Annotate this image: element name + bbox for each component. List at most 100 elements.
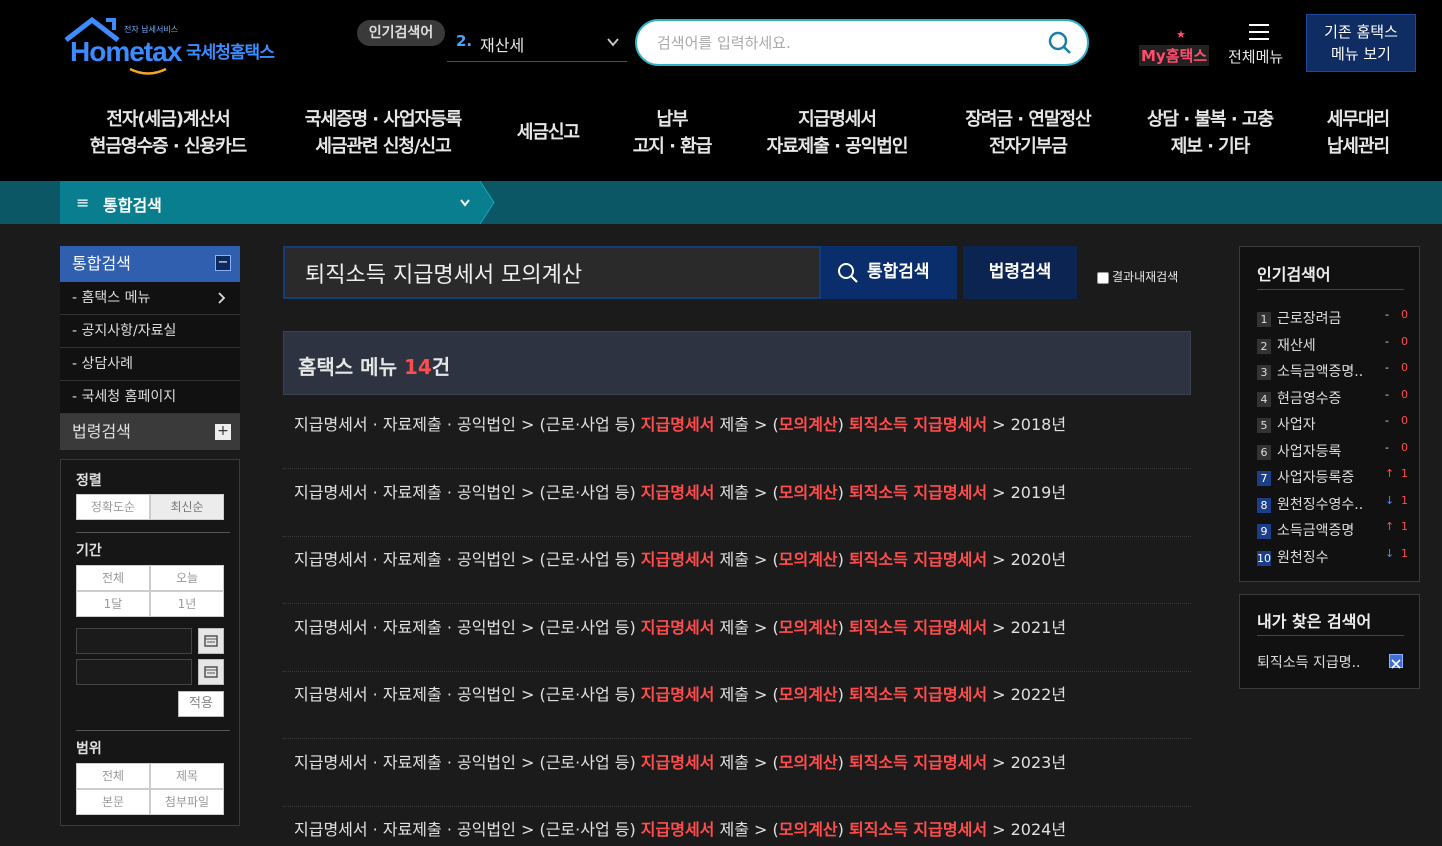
rank-number: 10 xyxy=(1257,550,1271,566)
result-text: 지급명세서 · 자료제출 · 공익법인 > (근로·사업 등) xyxy=(294,617,641,637)
my-hometax-link[interactable]: ★ My홈택스 xyxy=(1138,26,1212,68)
apply-button[interactable]: 적용 xyxy=(178,691,224,717)
date-end-input[interactable] xyxy=(76,659,192,685)
scope-title-button[interactable]: 제목 xyxy=(150,763,224,789)
rank-number: 5 xyxy=(1257,418,1271,433)
gnb-item-tax-agent[interactable]: 세무대리 납세관리 xyxy=(1316,106,1400,160)
sort-accuracy-button[interactable]: 정확도순 xyxy=(76,494,150,520)
sidebar-section-total-search[interactable]: 통합검색 − xyxy=(60,246,240,282)
gnb-item-certificate[interactable]: 국세증명 · 사업자등록 세금관련 신청/신고 xyxy=(294,106,472,160)
result-row[interactable]: 지급명세서 · 자료제출 · 공익법인 > (근로·사업 등) 지급명세서 제출… xyxy=(283,672,1191,739)
result-text: 제출 > ( xyxy=(714,685,779,704)
sidebar-item-label: - 국세청 홈페이지 xyxy=(72,389,177,405)
sidebar-item-hometax-menu[interactable]: - 홈택스 메뉴 xyxy=(60,282,240,315)
sidebar-section-law-search[interactable]: 법령검색 + xyxy=(60,414,240,450)
result-row[interactable]: 지급명세서 · 자료제출 · 공익법인 > (근로·사업 등) 지급명세서 제출… xyxy=(283,402,1191,469)
period-year-button[interactable]: 1년 xyxy=(150,591,224,617)
sidebar-item-consult-cases[interactable]: - 상담사례 xyxy=(60,348,240,381)
result-text: ) xyxy=(837,685,849,704)
popular-keyword-item[interactable]: 6 사업자등록 -0 xyxy=(1257,441,1408,461)
result-text: 지급명세서 · 자료제출 · 공익법인 > (근로·사업 등) xyxy=(294,415,641,434)
rank-down-icon: ↓ xyxy=(1385,493,1395,507)
calendar-icon[interactable] xyxy=(198,659,224,685)
gnb-item-tax-return[interactable]: 세금신고 xyxy=(508,119,588,146)
result-row[interactable]: 지급명세서 · 자료제출 · 공익법인 > (근로·사업 등) 지급명세서 제출… xyxy=(283,605,1191,672)
star-icon: ★ xyxy=(1176,28,1186,41)
gnb-label: 세금신고 xyxy=(516,122,580,143)
result-section-header: 홈택스 메뉴 14건 xyxy=(283,331,1191,395)
search-within-results[interactable]: 결과내재검색 xyxy=(1097,268,1178,285)
expand-icon[interactable]: + xyxy=(215,424,231,440)
gnb-item-payment[interactable]: 납부 고지 · 환급 xyxy=(622,106,722,160)
result-text: 지급명세서 · 자료제출 · 공익법인 > (근로·사업 등) xyxy=(294,550,641,569)
collapse-icon[interactable]: − xyxy=(215,255,231,271)
breadcrumb-select[interactable]: ≡ 통합검색 xyxy=(60,181,480,224)
period-today-button[interactable]: 오늘 xyxy=(150,565,224,591)
my-search-item[interactable]: 퇴직소득 지급명.. xyxy=(1257,652,1361,672)
sidebar-item-nts-home[interactable]: - 국세청 홈페이지 xyxy=(60,381,240,414)
period-month-button[interactable]: 1달 xyxy=(76,591,150,617)
gnb-label: 고지 · 환급 xyxy=(632,136,713,157)
law-search-button[interactable]: 법령검색 xyxy=(963,246,1077,299)
date-start-input[interactable] xyxy=(76,628,192,654)
rank-same-icon: - xyxy=(1385,334,1389,348)
result-row-link[interactable]: 지급명세서 · 자료제출 · 공익법인 > (근로·사업 등) 지급명세서 제출… xyxy=(294,819,1066,841)
rank-up-icon: ↑ xyxy=(1385,467,1395,480)
result-text: 2018년 xyxy=(1010,415,1067,434)
popular-keyword-item[interactable]: 9 소득금액증명 ↑ 1 xyxy=(1257,520,1408,540)
result-highlight: 퇴직소득 지급명세서 xyxy=(848,617,988,637)
result-text: > xyxy=(987,685,1011,704)
breadcrumb-bar: ≡ 통합검색 xyxy=(0,181,1442,224)
popular-keyword-item[interactable]: 10 원천징수 ↓ 1 xyxy=(1257,547,1408,567)
sort-latest-button[interactable]: 최신순 xyxy=(150,494,224,520)
result-row[interactable]: 지급명세서 · 자료제출 · 공익법인 > (근로·사업 등) 지급명세서 제출… xyxy=(283,740,1191,807)
popular-keyword-item[interactable]: 7 사업자등록증 ↑ 1 xyxy=(1257,467,1408,487)
gnb-item-withholding[interactable]: 지급명세서 자료제출 · 공익법인 xyxy=(756,106,918,160)
result-row-link[interactable]: 지급명세서 · 자료제출 · 공익법인 > (근로·사업 등) 지급명세서 제출… xyxy=(294,684,1066,706)
rank-keyword: 원천징수 xyxy=(1277,549,1329,566)
result-row-link[interactable]: 지급명세서 · 자료제출 · 공익법인 > (근로·사업 등) 지급명세서 제출… xyxy=(294,549,1066,571)
result-row-link[interactable]: 지급명세서 · 자료제출 · 공익법인 > (근로·사업 등) 지급명세서 제출… xyxy=(294,752,1066,774)
popular-keyword-item[interactable]: 8 원천징수영수.. ↓ 1 xyxy=(1257,493,1408,514)
rank-change-value: 1 xyxy=(1401,493,1408,507)
main-search-input[interactable] xyxy=(305,258,805,288)
result-highlight: 퇴직소득 지급명세서 xyxy=(848,820,988,839)
delete-icon[interactable] xyxy=(1389,654,1403,669)
result-row-link[interactable]: 지급명세서 · 자료제출 · 공익법인 > (근로·사업 등) 지급명세서 제출… xyxy=(294,482,1066,504)
old-menu-button[interactable]: 기존 홈택스 메뉴 보기 xyxy=(1306,14,1416,72)
search-icon[interactable] xyxy=(1047,30,1073,56)
scope-title: 범위 xyxy=(76,741,102,757)
sidebar-item-notice[interactable]: - 공지사항/자료실 xyxy=(60,315,240,348)
header-search-input[interactable] xyxy=(657,31,1037,55)
search-within-checkbox[interactable] xyxy=(1097,271,1109,284)
result-text: > xyxy=(987,820,1011,839)
calendar-icon[interactable] xyxy=(198,628,224,654)
result-row-link[interactable]: 지급명세서 · 자료제출 · 공익법인 > (근로·사업 등) 지급명세서 제출… xyxy=(294,414,1066,436)
result-row[interactable]: 지급명세서 · 자료제출 · 공익법인 > (근로·사업 등) 지급명세서 제출… xyxy=(283,537,1191,604)
popular-keyword-item[interactable]: 3 소득금액증명.. -0 xyxy=(1257,361,1408,381)
popular-keyword-item[interactable]: 4 현금영수증 -0 xyxy=(1257,388,1408,408)
hometax-logo[interactable]: 전자 납세서비스 Hometax 국세청홈택스 xyxy=(62,16,292,75)
gnb-label: 전자기부금 xyxy=(989,136,1068,157)
popular-keyword-item[interactable]: 2 재산세 -0 xyxy=(1257,334,1408,355)
scope-all-button[interactable]: 전체 xyxy=(76,763,150,789)
result-count-suffix: 건 xyxy=(431,355,451,379)
search-filter-panel: 정렬 정확도순 최신순 기간 전체 오늘 1달 1년 적용 범위 전체 제목 본… xyxy=(60,459,240,826)
result-section-title: 홈택스 메뉴 14건 xyxy=(298,351,450,380)
total-search-button[interactable]: 통합검색 xyxy=(821,246,957,299)
scope-body-button[interactable]: 본문 xyxy=(76,789,150,815)
gnb-label: 세금관련 신청/신고 xyxy=(315,136,451,157)
gnb-item-consult[interactable]: 상담 · 불복 · 고충 제보 · 기타 xyxy=(1137,106,1283,160)
result-row-link[interactable]: 지급명세서 · 자료제출 · 공익법인 > (근로·사업 등) 지급명세서 제출… xyxy=(294,617,1066,639)
gnb-item-incentive[interactable]: 장려금 · 연말정산 전자기부금 xyxy=(954,106,1102,160)
result-row[interactable]: 지급명세서 · 자료제출 · 공익법인 > (근로·사업 등) 지급명세서 제출… xyxy=(283,470,1191,537)
scope-attachment-button[interactable]: 첨부파일 xyxy=(150,789,224,815)
popular-keyword-item[interactable]: 1 근로장려금 -0 xyxy=(1257,308,1408,328)
gnb-item-e-invoice[interactable]: 전자(세금)계산서 현금영수증 · 신용카드 xyxy=(80,106,256,160)
result-row[interactable]: 지급명세서 · 자료제출 · 공익법인 > (근로·사업 등) 지급명세서 제출… xyxy=(283,807,1191,846)
popular-keyword-item[interactable]: 5 사업자 -0 xyxy=(1257,414,1408,434)
result-highlight: 모의계산 xyxy=(778,415,838,434)
period-all-button[interactable]: 전체 xyxy=(76,565,150,591)
all-menu-button[interactable]: 전체메뉴 xyxy=(1226,20,1296,70)
popular-keyword-select[interactable]: 2. 재산세 xyxy=(447,26,627,62)
